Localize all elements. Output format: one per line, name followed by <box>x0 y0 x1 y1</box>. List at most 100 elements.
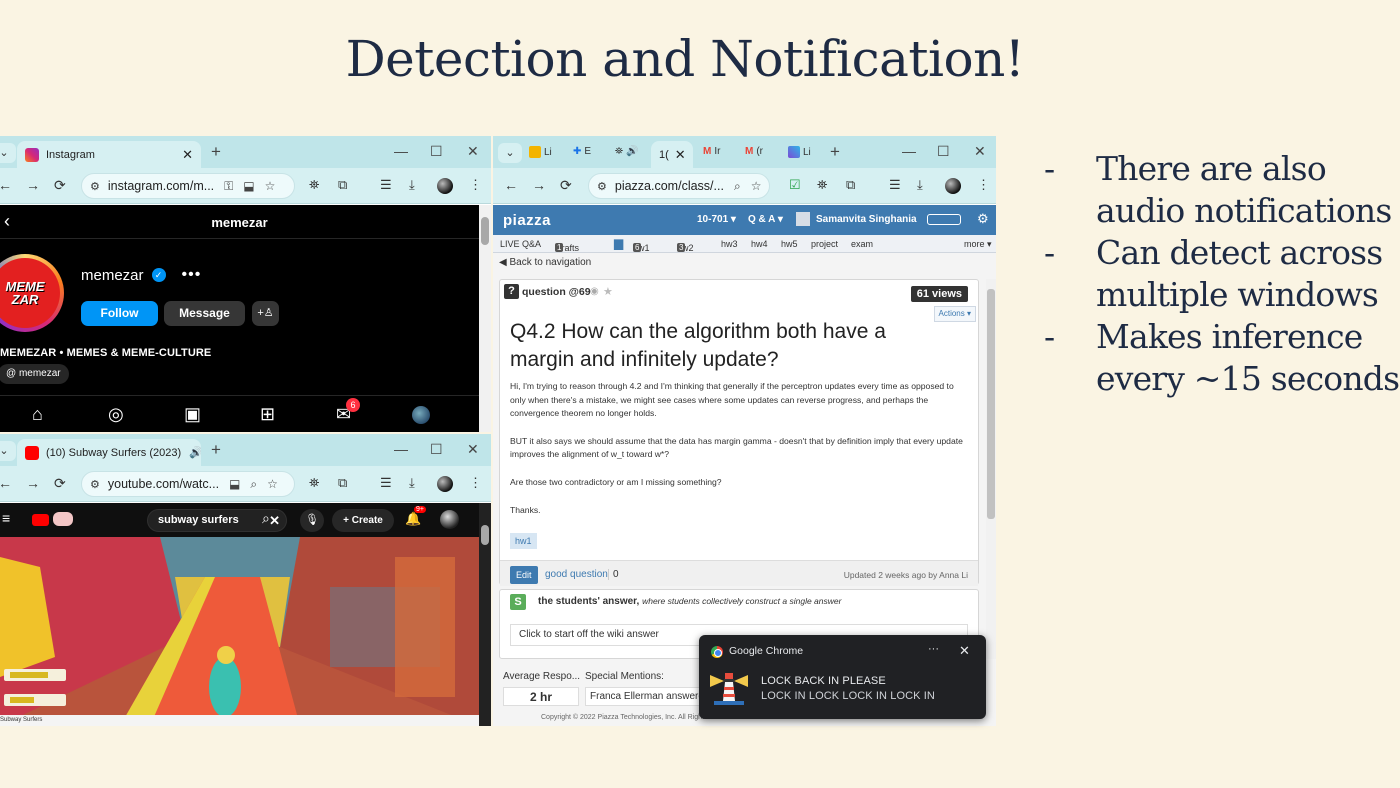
media-control-icon[interactable]: ☰ <box>380 177 392 193</box>
video-player[interactable]: Subway Surfers <box>0 537 479 726</box>
maximize-icon[interactable]: ☐ <box>430 143 443 160</box>
profile-picture[interactable]: MEME ZAR <box>0 254 64 332</box>
maximize-icon[interactable]: ☐ <box>937 143 950 160</box>
follow-button[interactable]: Follow <box>81 301 158 326</box>
download-icon[interactable]: ⤓ <box>409 177 415 193</box>
profile-nav-avatar[interactable] <box>412 406 430 424</box>
key-icon[interactable]: ⚿ <box>224 179 233 194</box>
suggest-user-icon[interactable]: +♙ <box>252 301 279 326</box>
extensions-icon[interactable]: ⧉ <box>338 475 347 491</box>
reels-icon[interactable]: ▣ <box>184 404 201 425</box>
course-dropdown[interactable]: 10-701 ▾ <box>697 214 736 225</box>
scrollbar-thumb[interactable] <box>987 289 995 519</box>
search-icon[interactable]: ⌕ <box>262 510 270 527</box>
threads-link[interactable]: @ memezar <box>0 364 69 384</box>
close-tab-icon[interactable]: ✕ <box>176 147 193 163</box>
more-options-icon[interactable]: ••• <box>182 266 202 284</box>
tab-extension[interactable]: ✚ E <box>573 146 591 157</box>
explore-icon[interactable]: ◎ <box>108 404 124 425</box>
good-question-button[interactable]: good question <box>545 569 608 580</box>
scrollbar[interactable] <box>479 205 491 432</box>
star-icon[interactable]: ☆ <box>265 179 276 193</box>
tab-gmail[interactable]: M Ir <box>703 146 720 157</box>
address-bar[interactable]: ⚙ piazza.com/class/... ⌕ ☆ <box>588 173 770 199</box>
checkbox-extension-icon[interactable]: ☑ <box>789 177 801 193</box>
tab-lighthouse[interactable]: ⛯ 🔊 <box>615 146 638 157</box>
close-window-icon[interactable]: ✕ <box>974 143 986 160</box>
extension-lighthouse-icon[interactable]: ⛯ <box>309 475 319 491</box>
hamburger-icon[interactable]: ≡ <box>2 510 10 526</box>
folder-project[interactable]: project <box>811 239 838 249</box>
tab-app[interactable]: Li <box>788 146 811 158</box>
edit-button[interactable]: Edit <box>510 566 538 584</box>
minimize-icon[interactable]: — <box>394 143 408 159</box>
tab-docs[interactable]: Li <box>529 146 552 158</box>
address-bar[interactable]: ⚙ instagram.com/m... ⚿ ⬓ ☆ <box>81 173 295 199</box>
tab-search-button[interactable]: ⌄ <box>0 441 16 461</box>
download-icon[interactable]: ⤓ <box>409 475 415 491</box>
back-icon[interactable]: ← <box>0 475 12 491</box>
home-icon[interactable]: ⌂ <box>32 404 43 425</box>
folder-hw3[interactable]: hw3 <box>721 239 738 249</box>
folder-exam[interactable]: exam <box>851 239 873 249</box>
tab-search-button[interactable]: ⌄ <box>498 143 522 163</box>
new-tab-icon[interactable]: + <box>830 142 840 162</box>
download-icon[interactable]: ⤓ <box>917 177 923 193</box>
forward-icon[interactable]: → <box>26 475 40 491</box>
live-qa-link[interactable]: LIVE Q&A <box>500 239 541 249</box>
zoom-icon[interactable]: ⌕ <box>734 179 741 194</box>
menu-icon[interactable]: ⋮ <box>469 177 482 193</box>
scrollbar-thumb[interactable] <box>481 525 489 545</box>
extensions-icon[interactable]: ⧉ <box>338 177 347 193</box>
folder-tag[interactable]: hw1 <box>510 533 537 549</box>
message-button[interactable]: Message <box>164 301 245 326</box>
media-control-icon[interactable]: ☰ <box>380 475 392 491</box>
zoom-icon[interactable]: ⌕ <box>250 477 257 492</box>
extension-lighthouse-icon[interactable]: ⛯ <box>817 177 827 193</box>
reload-icon[interactable]: ⟳ <box>560 177 572 194</box>
scrollbar-thumb[interactable] <box>481 217 489 245</box>
reload-icon[interactable]: ⟳ <box>54 475 66 492</box>
account-avatar[interactable] <box>440 510 459 529</box>
minimize-icon[interactable]: — <box>394 441 408 457</box>
tab-piazza[interactable]: 1( ✕ <box>651 141 693 168</box>
chrome-notification[interactable]: Google Chrome ··· ✕ LOCK BACK IN PLEASE … <box>699 635 986 719</box>
new-tab-icon[interactable]: + <box>211 142 221 162</box>
settings-gear-icon[interactable]: ⚙ <box>977 211 989 227</box>
tab-search-button[interactable]: ⌄ <box>0 143 16 163</box>
back-icon[interactable]: ← <box>0 177 12 193</box>
tab-gmail-2[interactable]: M (r <box>745 146 763 157</box>
create-post-icon[interactable]: ⊞ <box>260 404 275 425</box>
watch-icon[interactable]: ◉ <box>590 286 599 297</box>
new-tab-icon[interactable]: + <box>211 440 221 460</box>
star-icon[interactable]: ★ <box>603 285 613 298</box>
media-control-icon[interactable]: ☰ <box>889 177 901 193</box>
site-info-icon[interactable]: ⚙ <box>90 478 100 491</box>
extensions-icon[interactable]: ⧉ <box>846 177 855 193</box>
page-scrollbar[interactable] <box>986 279 996 659</box>
notification-more-icon[interactable]: ··· <box>928 643 939 655</box>
audio-playing-icon[interactable]: 🔊 <box>189 446 201 459</box>
back-icon[interactable]: ← <box>504 177 518 193</box>
qa-dropdown[interactable]: Q & A ▾ <box>748 214 783 225</box>
folder-more-dropdown[interactable]: more ▾ <box>964 239 992 250</box>
forward-icon[interactable]: → <box>26 177 40 193</box>
profile-avatar[interactable] <box>437 476 453 492</box>
close-window-icon[interactable]: ✕ <box>467 441 479 458</box>
menu-icon[interactable]: ⋮ <box>977 177 990 193</box>
minimize-icon[interactable]: — <box>902 143 916 159</box>
folder-hw5[interactable]: hw5 <box>781 239 798 249</box>
folder-hw4[interactable]: hw4 <box>751 239 768 249</box>
site-info-icon[interactable]: ⚙ <box>597 180 607 193</box>
tab-instagram[interactable]: Instagram ✕ <box>17 141 201 168</box>
status-toggle[interactable] <box>927 214 961 225</box>
reload-icon[interactable]: ⟳ <box>54 177 66 194</box>
profile-avatar[interactable] <box>945 178 961 194</box>
user-name[interactable]: Samanvita Singhania <box>816 214 917 225</box>
scrollbar[interactable] <box>479 503 491 726</box>
install-icon[interactable]: ⬓ <box>229 477 240 491</box>
voice-search-icon[interactable]: 🎙 <box>300 509 324 532</box>
notifications-icon[interactable]: 🔔 <box>405 511 421 527</box>
tab-youtube[interactable]: (10) Subway Surfers (2023) 🔊 ✕ <box>17 439 201 466</box>
install-icon[interactable]: ⬓ <box>243 179 254 193</box>
